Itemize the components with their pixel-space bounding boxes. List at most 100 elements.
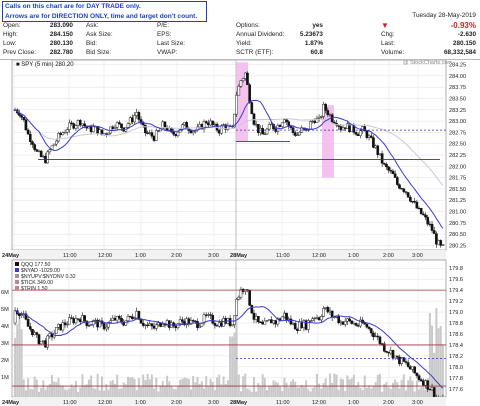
qqq-candle [311, 318, 314, 321]
qqq-candle [161, 324, 165, 327]
stock-chart[interactable]: 284.25284.00283.75283.50283.25283.00282.… [0, 60, 480, 406]
volume-bar [318, 383, 321, 397]
volume-bar [294, 381, 297, 397]
spy-candle [176, 131, 180, 136]
volume-bar [435, 308, 438, 397]
volume-bar [315, 373, 318, 397]
volume-bar [287, 387, 290, 397]
qqq-candle [324, 307, 327, 309]
qqq-candle [141, 323, 145, 326]
quote-header: Calls on this chart are for DAY TRADE on… [0, 0, 480, 60]
spy-candle [365, 130, 369, 138]
volume-bar [339, 378, 342, 397]
ask-size-label: Ask Size: [86, 31, 113, 38]
volume-bar [172, 388, 175, 397]
spy-candle [380, 153, 384, 164]
qqq-candle [337, 316, 340, 324]
spy-candle [424, 214, 427, 218]
volume-bar [357, 382, 360, 397]
volume-bar [200, 381, 203, 397]
qqq-candle [65, 323, 69, 326]
qqq-candle [133, 317, 136, 320]
qqq-candle [417, 375, 421, 381]
spy-candle [391, 170, 395, 175]
qqq-candle [18, 313, 21, 316]
spy-candle [83, 123, 86, 127]
spy-candle [109, 126, 112, 134]
spy-candle [402, 188, 406, 192]
qqq-x-tick: 12:00 [312, 400, 326, 406]
last-value: 280.150 [452, 40, 476, 47]
volume-bar [300, 384, 303, 397]
qqq-x-tick: 28May [230, 400, 248, 406]
spy-y-tick: 282.50 [449, 142, 466, 148]
x-axis-band-1 [12, 250, 446, 260]
yield-label: Yield: [236, 40, 252, 47]
spy-candle [441, 244, 445, 246]
qqq-candle [298, 321, 301, 331]
spy-candle [133, 115, 136, 123]
spy-title: ■ SPY (5 min) 280.20 [16, 62, 74, 68]
qqq-candle [315, 317, 319, 319]
volume-bar [413, 391, 416, 397]
qqq-candle [319, 316, 323, 321]
spy-candle [246, 72, 249, 85]
volume-bar [140, 386, 143, 397]
qqq-candle [250, 305, 254, 314]
spy-candle [239, 80, 243, 87]
volume-bar [40, 388, 43, 397]
volume-bar [255, 391, 258, 397]
volume-bar [96, 373, 99, 397]
spy-candle [150, 132, 154, 137]
volume-bar [74, 380, 77, 397]
spy-candle [111, 126, 115, 130]
qqq-x-tick: 2:00 [383, 400, 394, 406]
volume-value: 68,332,584 [444, 49, 476, 56]
volume-bar [302, 387, 305, 397]
spy-y-tick: 283.25 [449, 108, 466, 114]
spy-candle [319, 116, 323, 118]
spy-candle [191, 131, 195, 134]
qqq-candle [139, 319, 143, 324]
spy-candle [265, 128, 269, 135]
volume-bar [381, 391, 384, 397]
spy-candle [406, 192, 410, 198]
volume-bar [320, 388, 323, 397]
vwap-label: VWAP: [157, 49, 178, 56]
volume-bar [355, 385, 358, 397]
spy-y-tick: 281.50 [449, 187, 466, 193]
volume-bar [268, 385, 271, 397]
spy-candle [317, 117, 321, 119]
qqq-candle [402, 357, 406, 362]
spy-candle [113, 127, 117, 130]
qqq-candle [111, 317, 115, 321]
volume-tick: 6M [1, 290, 9, 296]
qqq-candle [428, 388, 432, 391]
qqq-candle [230, 324, 234, 327]
qqq-candle [178, 319, 182, 324]
spy-candle [435, 233, 438, 245]
spy-candle [52, 143, 56, 147]
volume-bar [216, 377, 219, 397]
spy-candle [74, 125, 78, 129]
spy-x-tick: 11:00 [276, 253, 290, 259]
spy-candle [359, 130, 362, 136]
volume-bar [18, 312, 21, 397]
qqq-candle [152, 325, 156, 329]
qqq-candle [309, 320, 312, 322]
qqq-candle [26, 319, 30, 327]
qqq-candle [102, 323, 106, 330]
qqq-candle [350, 320, 354, 324]
volume-bar [207, 386, 210, 397]
qqq-candle [167, 320, 171, 328]
qqq-candle [211, 315, 215, 324]
qqq-candle [296, 328, 299, 331]
volume-bar [420, 387, 423, 397]
qqq-candle [46, 335, 49, 348]
qqq-candle [174, 325, 178, 329]
qqq-candle [369, 328, 373, 334]
qqq-candle [180, 319, 184, 322]
qqq-y-tick: 179.6 [449, 277, 463, 283]
spy-candle [154, 130, 158, 141]
qqq-candle [35, 332, 39, 335]
